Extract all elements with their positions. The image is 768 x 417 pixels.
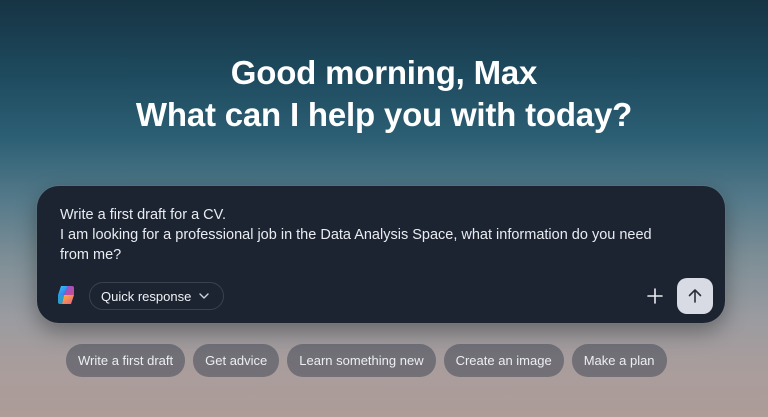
message-composer[interactable]: Write a first draft for a CV. I am looki…: [37, 186, 725, 323]
message-line: from me?: [60, 247, 122, 263]
help-question-line: What can I help you with today?: [135, 96, 633, 133]
response-mode-label: Quick response: [101, 288, 192, 304]
suggestion-chips: Write a first draft Get advice Learn som…: [66, 344, 667, 377]
plus-icon: [647, 288, 663, 304]
suggestion-chip-learn[interactable]: Learn something new: [287, 344, 436, 377]
send-button[interactable]: [677, 278, 713, 314]
greeting-line: Good morning, Max: [230, 54, 538, 91]
message-line: Write a first draft for a CV.: [60, 207, 226, 223]
suggestion-chip-create-image[interactable]: Create an image: [443, 344, 564, 377]
arrow-up-icon: [688, 289, 702, 303]
chevron-down-icon: [199, 293, 210, 299]
suggestion-chip-write-draft[interactable]: Write a first draft: [66, 344, 186, 377]
message-line: I am looking for a professional job in t…: [60, 227, 652, 243]
response-mode-dropdown[interactable]: Quick response: [89, 282, 225, 310]
copilot-logo-icon: [58, 286, 74, 304]
suggestion-chip-get-advice[interactable]: Get advice: [193, 344, 280, 377]
add-attachment-button[interactable]: [643, 284, 667, 308]
greeting-heading: Good morning, Max What can I help you wi…: [0, 52, 768, 136]
message-input[interactable]: Write a first draft for a CV. I am looki…: [60, 205, 705, 265]
suggestion-chip-make-plan[interactable]: Make a plan: [571, 344, 667, 377]
